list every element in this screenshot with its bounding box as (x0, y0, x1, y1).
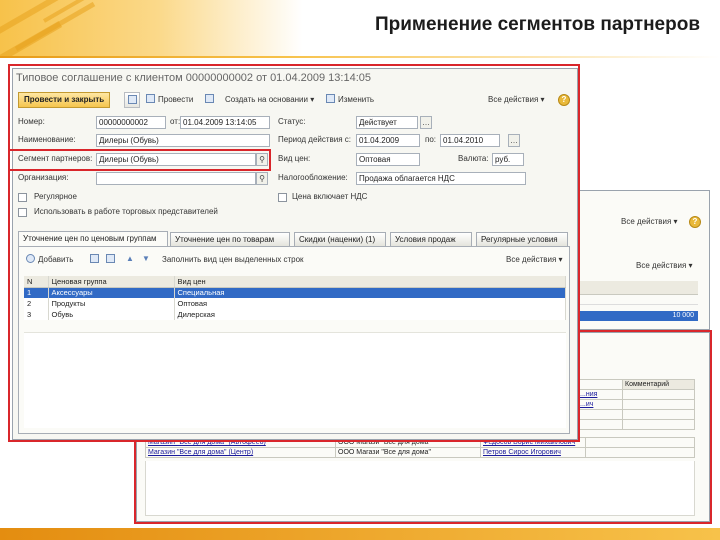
move-up-icon[interactable]: ▲ (126, 253, 134, 265)
price-type-label: Вид цен: (278, 154, 311, 163)
regular-checkbox[interactable] (18, 193, 27, 202)
help-icon[interactable]: ? (689, 216, 701, 228)
grid-header-price[interactable]: Вид цен (174, 276, 566, 288)
form-all-actions[interactable]: Все действия ▾ (488, 94, 545, 106)
add-button[interactable]: Добавить (26, 254, 73, 266)
row-number: 1 (24, 287, 49, 298)
fill-price-type-button[interactable]: Заполнить вид цен выделенных строк (162, 254, 304, 266)
table-row[interactable]: 1 Аксессуары Специальная (24, 287, 566, 298)
use-in-work-checkbox[interactable] (18, 208, 27, 217)
back-all-actions-2[interactable]: Все действия ▾ (636, 261, 693, 270)
use-in-work-label: Использовать в работе торговых представи… (34, 207, 218, 216)
regular-label: Регулярное (34, 192, 77, 201)
edit-icon (326, 94, 335, 103)
vat-included-checkbox[interactable] (278, 193, 287, 202)
grid-empty-area (24, 332, 566, 428)
vat-included-label: Цена включает НДС (292, 192, 368, 201)
row-price-type[interactable]: Специальная (174, 287, 566, 298)
price-type-field[interactable]: Оптовая (356, 153, 420, 166)
back-selected-row[interactable]: 10 000 (576, 311, 698, 321)
back-window-right: Все действия ▾ ? Все действия ▾ 10 000 (565, 190, 710, 330)
form-help-icon[interactable]: ? (558, 94, 570, 106)
period-label: Период действия с: (278, 135, 352, 144)
create-based-on-button[interactable]: Создать на основании ▾ (225, 94, 314, 106)
period-to-label: по: (425, 135, 437, 144)
organization-search-icon[interactable]: ⚲ (256, 172, 268, 185)
edit-button-label: Изменить (338, 95, 375, 104)
row-price-type[interactable]: Оптовая (174, 298, 566, 309)
grid-header-group[interactable]: Ценовая группа (48, 276, 175, 288)
post-icon (146, 94, 155, 103)
header-divider (0, 56, 720, 58)
tab-price-groups[interactable]: Уточнение цен по ценовым группам (18, 231, 168, 246)
grid-all-actions[interactable]: Все действия ▾ (506, 254, 563, 266)
form-title: Типовое соглашение с клиентом 0000000000… (16, 72, 371, 84)
tab-sales-terms[interactable]: Условия продаж (390, 232, 472, 246)
period-choose-button[interactable]: … (508, 134, 520, 147)
price-groups-grid: N Ценовая группа Вид цен 1 Аксессуары Сп… (24, 276, 566, 320)
back-grid-empty-row (576, 295, 698, 305)
post-button[interactable]: Провести (146, 94, 193, 106)
tax-label: Налогообложение: (278, 173, 348, 182)
edit-button[interactable]: Изменить (326, 94, 374, 106)
number-field[interactable]: 00000000002 (96, 116, 166, 129)
tab-discounts[interactable]: Скидки (наценки) (1) (294, 232, 386, 246)
header-decoration (0, 0, 120, 58)
back-grid-header (576, 281, 698, 295)
organization-field[interactable] (96, 172, 256, 185)
move-down-icon[interactable]: ▼ (142, 253, 150, 265)
highlight-segment (8, 149, 271, 171)
back-selected-value: 10 000 (672, 312, 694, 319)
save-icon (128, 95, 137, 104)
tab-regular-terms[interactable]: Регулярные условия (476, 232, 568, 246)
row-number: 2 (24, 298, 49, 309)
delete-icon[interactable] (90, 254, 102, 266)
row-price-group[interactable]: Продукты (48, 298, 175, 309)
row-price-type[interactable]: Дилерская (174, 309, 566, 320)
name-label: Наименование: (18, 135, 76, 144)
name-field[interactable]: Дилеры (Обувь) (96, 134, 270, 147)
period-to-field[interactable]: 01.04.2010 (440, 134, 500, 147)
post-and-close-button[interactable]: Провести и закрыть (18, 92, 111, 108)
tab-price-goods[interactable]: Уточнение цен по товарам (170, 232, 290, 246)
period-from-field[interactable]: 01.04.2009 (356, 134, 420, 147)
tax-field[interactable]: Продажа облагается НДС (356, 172, 526, 185)
table-row[interactable]: 2 Продукты Оптовая (24, 298, 566, 309)
slide-title: Применение сегментов партнеров (374, 14, 700, 35)
date-field[interactable]: 01.04.2009 13:14:05 (180, 116, 270, 129)
row-price-group[interactable]: Обувь (48, 309, 175, 320)
grid-header-n[interactable]: N (24, 276, 49, 288)
currency-label: Валюта: (458, 154, 489, 163)
slide-footer (0, 528, 720, 540)
copy-icon[interactable] (106, 254, 118, 266)
add-icon (26, 254, 35, 263)
status-label: Статус: (278, 117, 306, 126)
save-icon-button[interactable] (124, 92, 140, 108)
add-button-label: Добавить (38, 255, 74, 264)
status-choose-button[interactable]: … (420, 116, 432, 129)
from-label: от: (170, 117, 181, 126)
number-label: Номер: (18, 117, 45, 126)
table-row[interactable]: 3 Обувь Дилерская (24, 309, 566, 320)
row-price-group[interactable]: Аксессуары (48, 287, 175, 298)
list-icon[interactable] (205, 94, 217, 106)
back-all-actions[interactable]: Все действия ▾ (621, 217, 678, 226)
currency-field[interactable]: руб. (492, 153, 524, 166)
organization-label: Организация: (18, 173, 69, 182)
status-field[interactable]: Действует (356, 116, 418, 129)
row-number: 3 (24, 309, 49, 320)
post-button-label: Провести (158, 95, 194, 104)
slide-header: Применение сегментов партнеров (0, 0, 720, 58)
